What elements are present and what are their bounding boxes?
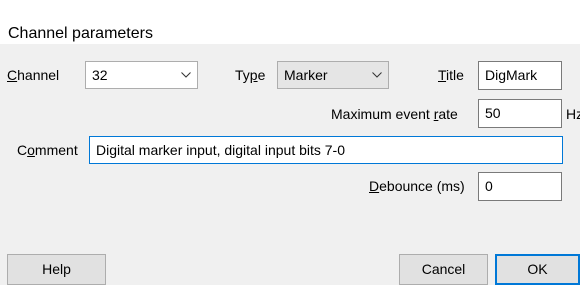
channel-dropdown[interactable]: 32 <box>85 61 198 89</box>
cancel-button[interactable]: Cancel <box>399 254 488 285</box>
help-button[interactable]: Help <box>7 254 106 285</box>
max-rate-unit: Hz <box>566 106 580 122</box>
type-dropdown[interactable]: Marker <box>277 61 389 89</box>
max-rate-input[interactable]: 50 <box>478 99 562 128</box>
debounce-label: Debounce (ms) <box>369 178 465 194</box>
title-bar: Channel parameters <box>0 3 580 44</box>
comment-label: Comment <box>17 142 78 158</box>
type-value: Marker <box>284 67 328 83</box>
ok-button[interactable]: OK <box>495 254 580 285</box>
max-rate-label: Maximum event rate <box>331 106 458 122</box>
type-label: Type <box>235 67 266 83</box>
chevron-down-icon <box>181 72 191 78</box>
dialog-title: Channel parameters <box>8 25 153 42</box>
chevron-down-icon <box>372 72 382 78</box>
comment-input[interactable]: Digital marker input, digital input bits… <box>89 136 563 164</box>
channel-label: Channel <box>7 67 60 83</box>
title-input[interactable]: DigMark <box>478 61 562 90</box>
title-label: Title <box>438 67 464 83</box>
channel-value: 32 <box>92 67 108 83</box>
debounce-input[interactable]: 0 <box>478 172 562 201</box>
